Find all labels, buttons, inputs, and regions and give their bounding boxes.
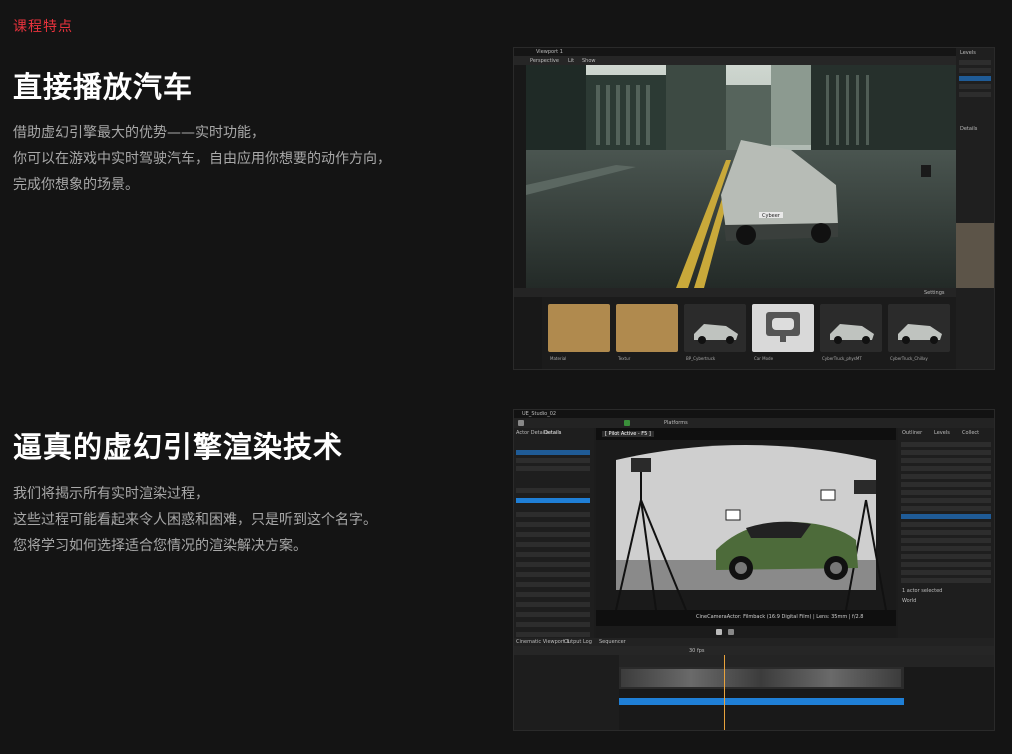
license-plate: Cybeer xyxy=(762,213,781,219)
output-log-tab[interactable]: Output Log xyxy=(564,639,592,645)
content-browser: Settings Material Textur BP_Cybertruck Car … xyxy=(514,288,956,369)
settings-button[interactable]: Settings xyxy=(924,290,945,296)
feature-desc-1: 借助虚幻引擎最大的优势——实时功能， 你可以在游戏中实时驾驶汽车，自由应用你想要… xyxy=(13,120,391,198)
perspective-button[interactable]: Perspective xyxy=(530,58,559,64)
asset-thumbnail[interactable] xyxy=(752,304,814,352)
world-tab[interactable]: World xyxy=(902,598,916,604)
editor-titlebar: UE_Studio_02 xyxy=(514,410,994,418)
asset-label: Material xyxy=(550,356,567,361)
outliner-panel: Levels Details xyxy=(956,48,994,303)
viewport-transport xyxy=(596,626,896,638)
platforms-menu[interactable]: Platforms xyxy=(664,420,688,426)
asset-thumbnail[interactable] xyxy=(888,304,950,352)
fps-dropdown[interactable]: 30 fps xyxy=(689,648,705,654)
play-icon[interactable] xyxy=(716,629,722,635)
asset-thumbnail[interactable] xyxy=(684,304,746,352)
stop-icon[interactable] xyxy=(728,629,734,635)
feature-desc-line: 这些过程可能看起来令人困惑和困难，只是听到这个名字。 xyxy=(13,512,377,528)
play-icon[interactable] xyxy=(624,420,630,426)
studio-scene xyxy=(596,440,896,610)
asset-label: CyberTruck_physMT xyxy=(822,356,862,361)
feature-desc-line: 完成你想象的场景。 xyxy=(13,177,139,193)
asset-label: Textur xyxy=(618,356,631,361)
feature-desc-line: 借助虚幻引擎最大的优势——实时功能， xyxy=(13,125,265,141)
feature-desc-2: 我们将揭示所有实时渲染过程， 这些过程可能看起来令人困惑和困难，只是听到这个名字… xyxy=(13,481,377,559)
outliner-title: Levels xyxy=(960,50,976,56)
feature-desc-line: 您将学习如何选择适合您情况的渲染解决方案。 xyxy=(13,538,307,554)
folder-thumbnail[interactable] xyxy=(616,304,678,352)
cine-viewport: [ Pilot Active - F5 ] CineCameraActor: F… xyxy=(596,428,896,638)
project-title: UE_Studio_02 xyxy=(522,411,557,417)
outliner-tab[interactable]: Outliner xyxy=(902,430,922,436)
details-panel: Actor Details Details xyxy=(514,428,594,638)
editor-screenshot-driving: Viewport 1 Perspective Lit Show Cybeer L… xyxy=(513,47,995,370)
details-tab[interactable]: Details xyxy=(960,126,977,132)
save-icon[interactable] xyxy=(518,420,524,426)
selected-track[interactable] xyxy=(619,698,904,705)
pilot-indicator: [ Pilot Active - F5 ] xyxy=(602,431,654,437)
asset-thumbnail[interactable] xyxy=(820,304,882,352)
feature-title-1: 直接播放汽车 xyxy=(13,70,194,104)
folder-thumbnail[interactable] xyxy=(548,304,610,352)
feature-title-2: 逼真的虚幻引擎渲染技术 xyxy=(13,430,344,464)
sequencer-panel: Cinematic Viewport 1 Output Log Sequence… xyxy=(514,638,994,730)
editor-tabbar: Viewport 1 xyxy=(514,48,994,56)
feature-desc-line: 你可以在游戏中实时驾驶汽车，自由应用你想要的动作方向， xyxy=(13,151,391,167)
playhead[interactable] xyxy=(724,655,725,730)
levels-tab[interactable]: Levels xyxy=(934,430,950,436)
viewport-toolbar: Perspective Lit Show xyxy=(514,56,994,65)
asset-label: Car Mode xyxy=(754,356,774,361)
details-tab[interactable]: Details xyxy=(544,430,561,436)
camera-cut-strip xyxy=(619,667,904,689)
lit-button[interactable]: Lit xyxy=(568,58,574,64)
viewport-scene: Cybeer xyxy=(526,65,956,288)
outliner-panel: Outliner Levels Collect 1 actor selected… xyxy=(898,428,994,638)
collect-tab[interactable]: Collect xyxy=(962,430,979,436)
camera-readout: CineCameraActor: Filmback (16:9 Digital … xyxy=(696,614,864,620)
asset-label: CyberTruck_Chillxy xyxy=(890,356,928,361)
show-button[interactable]: Show xyxy=(582,58,596,64)
main-toolbar: Platforms xyxy=(514,418,994,428)
sequencer-tab[interactable]: Sequencer xyxy=(599,639,626,645)
asset-label: BP_Cybertruck xyxy=(686,356,716,361)
viewport-tab[interactable]: Viewport 1 xyxy=(536,49,563,55)
editor-screenshot-render: UE_Studio_02 Platforms Actor Details Det… xyxy=(513,409,995,731)
cine-viewport-tab[interactable]: Cinematic Viewport 1 xyxy=(516,639,570,645)
left-strip xyxy=(514,65,526,288)
feature-desc-line: 我们将揭示所有实时渲染过程， xyxy=(13,486,209,502)
selection-count: 1 actor selected xyxy=(902,588,943,594)
section-tag: 课程特点 xyxy=(13,19,73,35)
